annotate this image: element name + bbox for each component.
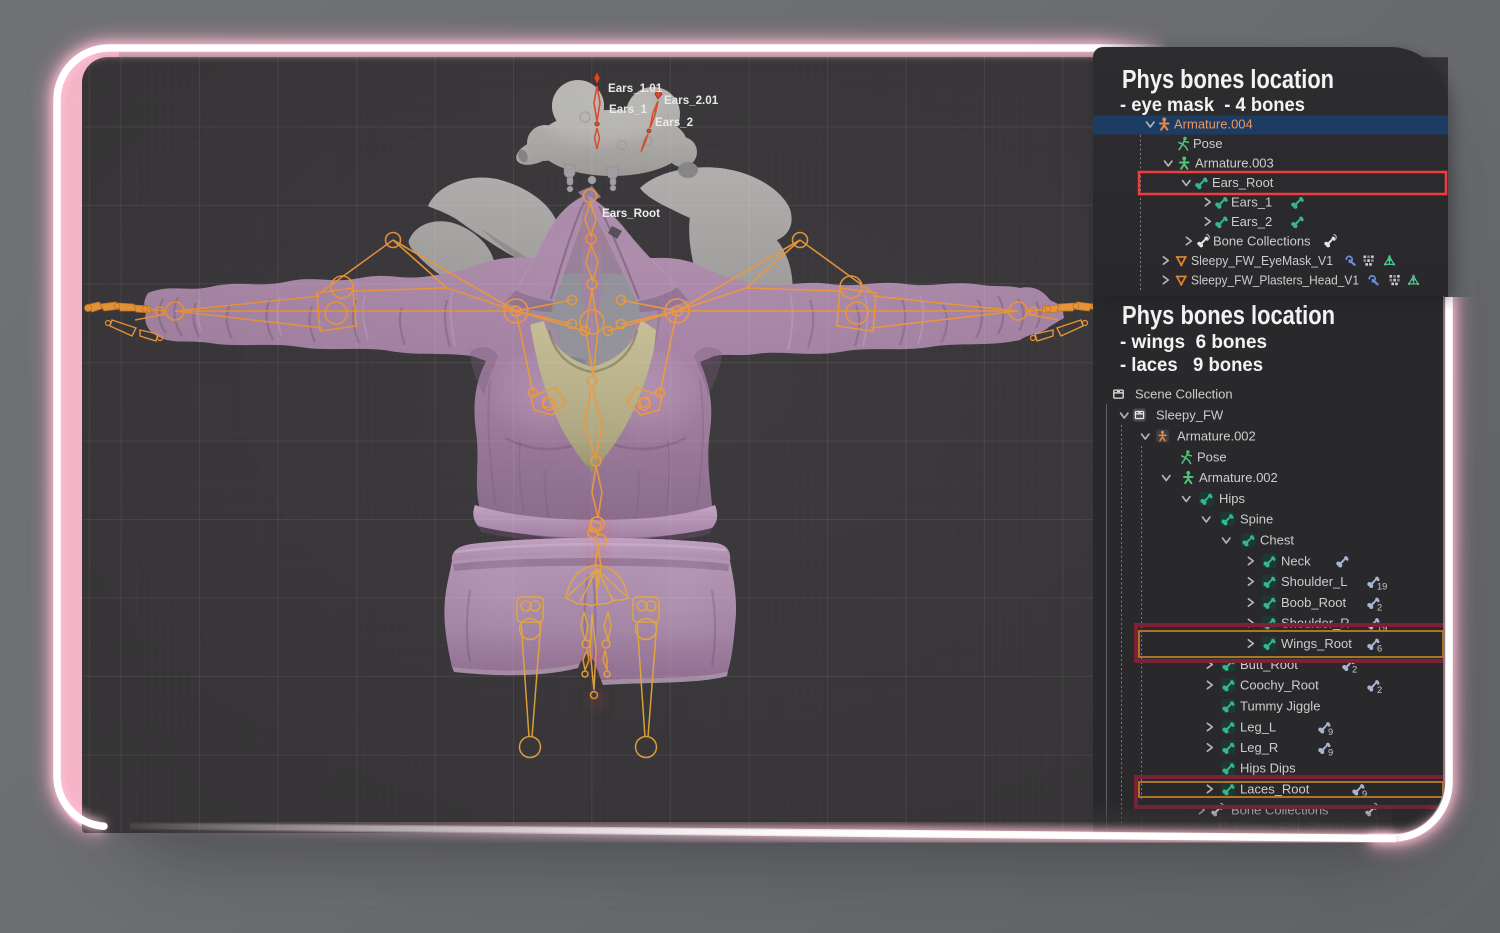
svg-text:Chest: Chest <box>1260 532 1294 547</box>
svg-text:Sleepy_FW_Plasters_Head_V1: Sleepy_FW_Plasters_Head_V1 <box>1191 272 1359 287</box>
svg-text:Coochy_Root: Coochy_Root <box>1240 677 1319 692</box>
svg-text:- wings 6 bones: - wings 6 bones <box>1120 331 1267 353</box>
svg-text:2: 2 <box>1377 685 1382 695</box>
svg-text:Ears_2: Ears_2 <box>1231 214 1272 229</box>
svg-text:9: 9 <box>1328 748 1333 758</box>
svg-text:Boob_Root: Boob_Root <box>1281 595 1346 610</box>
svg-text:- eye mask - 4 bones: - eye mask - 4 bones <box>1120 94 1305 116</box>
svg-text:Wings_Root: Wings_Root <box>1281 636 1352 651</box>
svg-text:Armature.002: Armature.002 <box>1199 470 1278 485</box>
svg-text:Tummy Jiggle: Tummy Jiggle <box>1240 698 1320 713</box>
svg-text:Spine: Spine <box>1240 511 1273 526</box>
svg-text:Armature.004: Armature.004 <box>1174 116 1253 131</box>
svg-text:Armature.003: Armature.003 <box>1195 155 1274 170</box>
svg-text:Sleepy_FW_EyeMask_V1: Sleepy_FW_EyeMask_V1 <box>1191 253 1333 268</box>
svg-text:Hips: Hips <box>1219 491 1246 506</box>
svg-text:Ears_1: Ears_1 <box>1231 194 1272 209</box>
svg-text:19: 19 <box>1377 582 1387 592</box>
svg-text:Sleepy_FW_Shorts: Sleepy_FW_Shorts <box>1233 819 1345 834</box>
svg-text:Laces_Root: Laces_Root <box>1240 781 1310 796</box>
svg-text:Phys bones location: Phys bones location <box>1122 302 1335 330</box>
svg-text:9: 9 <box>1328 727 1333 737</box>
svg-text:Scene Collection: Scene Collection <box>1135 386 1233 401</box>
svg-text:Pose: Pose <box>1197 449 1227 464</box>
svg-text:Shoulder_R: Shoulder_R <box>1281 615 1350 630</box>
svg-text:Leg_R: Leg_R <box>1240 740 1278 755</box>
svg-text:Bone Collections: Bone Collections <box>1213 233 1311 248</box>
svg-text:2: 2 <box>1352 665 1357 675</box>
svg-text:Phys bones location: Phys bones location <box>1122 66 1334 94</box>
svg-text:6: 6 <box>1377 644 1382 654</box>
svg-text:Hips Dips: Hips Dips <box>1240 760 1296 775</box>
svg-text:Shoulder_L: Shoulder_L <box>1281 574 1348 589</box>
svg-text:2: 2 <box>1377 603 1382 613</box>
svg-text:Bone Collections: Bone Collections <box>1231 802 1329 817</box>
svg-text:- laces 9 bones: - laces 9 bones <box>1120 354 1263 376</box>
svg-text:Leg_L: Leg_L <box>1240 719 1276 734</box>
svg-text:Armature.002: Armature.002 <box>1177 428 1256 443</box>
svg-text:Ears_Root: Ears_Root <box>1212 175 1274 190</box>
svg-text:Neck: Neck <box>1281 553 1311 568</box>
svg-text:Sleepy_FW: Sleepy_FW <box>1156 407 1224 422</box>
svg-text:Pose: Pose <box>1193 136 1223 151</box>
